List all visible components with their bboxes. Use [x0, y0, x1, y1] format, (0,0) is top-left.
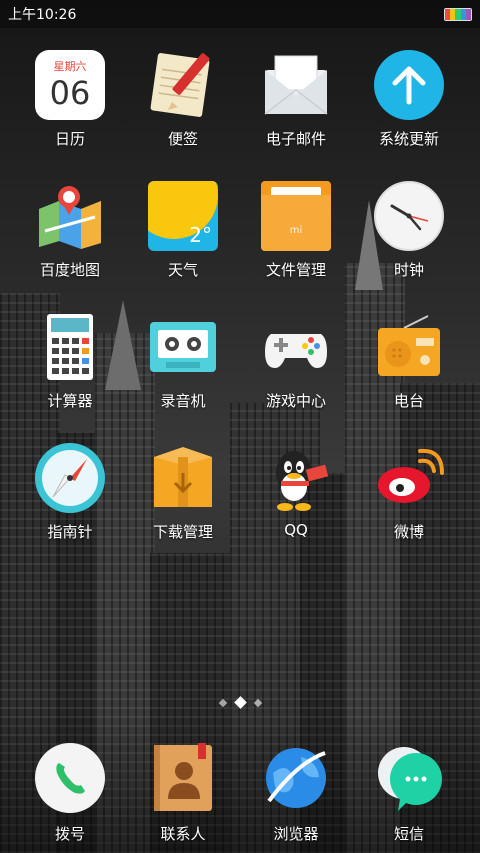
page-dot-active[interactable]	[233, 696, 247, 709]
page-indicator[interactable]	[0, 696, 480, 709]
dock-messages[interactable]: 短信	[354, 743, 464, 844]
globe-icon	[261, 743, 331, 813]
dock-dialer[interactable]: 拨号	[15, 743, 125, 844]
folder-icon: mi	[261, 181, 331, 251]
phone-icon	[35, 743, 105, 813]
app-game-center[interactable]: 游戏中心	[241, 312, 351, 411]
app-calculator[interactable]: 计算器	[15, 312, 125, 411]
app-label: 下载管理	[152, 523, 213, 541]
contacts-book-icon	[148, 743, 218, 813]
dock-browser[interactable]: 浏览器	[241, 743, 351, 844]
weather-icon: 2°	[148, 181, 218, 251]
app-label: 指南针	[47, 523, 93, 541]
calendar-icon: 星期六 06	[35, 50, 105, 120]
app-label: 电子邮件	[265, 130, 326, 148]
app-label: 微博	[393, 523, 424, 541]
status-time: 上午10:26	[8, 7, 77, 23]
gamepad-icon	[261, 312, 331, 382]
app-label: 录音机	[160, 392, 206, 410]
app-weather[interactable]: 2° 天气	[128, 181, 238, 280]
app-label: 联系人	[160, 825, 206, 843]
app-qq[interactable]: QQ	[241, 443, 351, 539]
app-label: QQ	[284, 521, 308, 539]
weibo-icon	[374, 443, 444, 513]
battery-icon	[444, 7, 472, 21]
penguin-icon	[261, 443, 331, 513]
app-baidu-maps[interactable]: 百度地图	[15, 181, 125, 280]
app-label: 拨号	[54, 825, 85, 843]
app-system-update[interactable]: 系统更新	[354, 50, 464, 149]
app-email[interactable]: 电子邮件	[241, 50, 351, 149]
page-dot[interactable]	[218, 698, 227, 707]
app-label: 计算器	[47, 392, 93, 410]
app-downloads[interactable]: 下载管理	[128, 443, 238, 542]
app-label: 时钟	[393, 261, 424, 279]
radio-icon	[374, 312, 444, 382]
app-clock[interactable]: 时钟	[354, 181, 464, 280]
notes-icon	[148, 50, 218, 120]
weather-temp: 2°	[189, 223, 212, 247]
status-bar: 上午10:26	[0, 0, 480, 28]
email-icon	[261, 50, 331, 120]
calendar-day: 06	[49, 74, 91, 112]
page-dot[interactable]	[253, 698, 262, 707]
app-label: 电台	[393, 392, 424, 410]
app-label: 文件管理	[265, 261, 326, 279]
app-label: 系统更新	[378, 130, 439, 148]
app-label: 游戏中心	[265, 392, 326, 410]
dock-contacts[interactable]: 联系人	[128, 743, 238, 844]
cassette-icon	[148, 312, 218, 382]
map-icon	[35, 181, 105, 251]
app-calendar[interactable]: 星期六 06 日历	[15, 50, 125, 149]
file-manager-brand: mi	[289, 225, 303, 236]
compass-icon	[35, 443, 105, 513]
app-weibo[interactable]: 微博	[354, 443, 464, 542]
calculator-icon	[35, 312, 105, 382]
app-label: 日历	[54, 130, 85, 148]
app-recorder[interactable]: 录音机	[128, 312, 238, 411]
app-label: 百度地图	[39, 261, 100, 279]
app-compass[interactable]: 指南针	[15, 443, 125, 542]
app-file-manager[interactable]: mi 文件管理	[241, 181, 351, 280]
arrow-up-icon	[374, 50, 444, 120]
app-label: 天气	[167, 261, 198, 279]
clock-icon	[374, 181, 444, 251]
box-download-icon	[148, 443, 218, 513]
calendar-weekday: 星期六	[53, 60, 87, 73]
app-radio[interactable]: 电台	[354, 312, 464, 411]
app-label: 便签	[167, 130, 198, 148]
app-label: 浏览器	[273, 825, 319, 843]
app-label: 短信	[393, 825, 424, 843]
app-notes[interactable]: 便签	[128, 50, 238, 149]
chat-bubble-icon	[374, 743, 444, 813]
